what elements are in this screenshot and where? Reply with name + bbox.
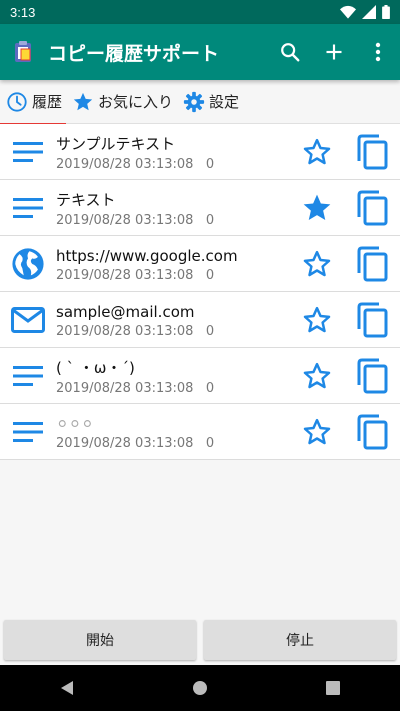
- recents-button[interactable]: [310, 665, 356, 711]
- search-button[interactable]: [268, 30, 312, 74]
- star-outline-icon: [303, 418, 331, 445]
- screen: 3:13 コピー履歴サポート 履歴 お気に入り 設定 サンプルテキスト 2019…: [0, 0, 400, 711]
- back-triangle-icon: [60, 681, 73, 695]
- tab-history-label: 履歴: [32, 93, 63, 111]
- history-item-text: テキスト: [56, 191, 116, 209]
- app-title: コピー履歴サポート: [48, 42, 220, 65]
- history-item[interactable]: テキスト 2019/08/28 03:13:08 0: [0, 180, 400, 236]
- back-button[interactable]: [44, 665, 90, 711]
- copy-button[interactable]: [352, 132, 392, 172]
- tab-favorites-label: お気に入り: [98, 93, 174, 111]
- copy-button[interactable]: [352, 244, 392, 284]
- copy-icon: [357, 190, 388, 226]
- history-item-meta: 2019/08/28 03:13:08 0: [56, 157, 400, 172]
- copy-icon: [357, 302, 388, 338]
- history-item-meta: 2019/08/28 03:13:08 0: [56, 381, 400, 396]
- more-vert-icon: [375, 42, 381, 62]
- history-item-text: sample@mail.com: [56, 302, 195, 321]
- history-item-meta: 2019/08/28 03:13:08 0: [56, 436, 400, 451]
- status-icons: [340, 5, 390, 19]
- history-item-date: 2019/08/28 03:13:08: [56, 157, 194, 172]
- history-item-text: ( ˋ ・ω・ˊ): [56, 359, 135, 377]
- history-item-count: 0: [205, 267, 215, 283]
- favorite-toggle[interactable]: [297, 188, 337, 228]
- history-item-date: 2019/08/28 03:13:08: [56, 213, 194, 228]
- star-icon: [73, 92, 93, 110]
- add-icon: [326, 44, 342, 60]
- favorite-toggle[interactable]: [297, 132, 337, 172]
- favorite-toggle[interactable]: [297, 412, 337, 452]
- start-button[interactable]: 開始: [4, 620, 196, 660]
- home-circle-icon: [192, 681, 207, 695]
- recents-square-icon: [326, 681, 341, 695]
- history-item-count: 0: [205, 381, 215, 396]
- star-outline-icon: [303, 306, 331, 333]
- history-item-count: 0: [205, 435, 215, 451]
- text-lines-icon: [13, 365, 43, 386]
- history-item-meta: 2019/08/28 03:13:08 0: [56, 324, 400, 339]
- copy-icon: [357, 134, 388, 170]
- mail-icon: [11, 306, 45, 333]
- favorite-toggle[interactable]: [297, 244, 337, 284]
- history-item-count: 0: [205, 323, 215, 339]
- app-actions: [268, 30, 400, 74]
- tab-history[interactable]: 履歴: [0, 80, 67, 125]
- history-item-date: 2019/08/28 03:13:08: [56, 381, 194, 396]
- history-item-meta: 2019/08/28 03:13:08 0: [56, 213, 400, 228]
- copy-icon: [357, 246, 388, 282]
- history-item-date: 2019/08/28 03:13:08: [56, 267, 194, 283]
- add-button[interactable]: [312, 30, 356, 74]
- clipboard-app-icon: [15, 41, 31, 62]
- globe-icon: [12, 247, 44, 280]
- history-item-meta: 2019/08/28 03:13:08 0: [56, 268, 400, 283]
- tab-settings-label: 設定: [209, 93, 240, 111]
- copy-button[interactable]: [352, 300, 392, 340]
- star-outline-icon: [303, 138, 331, 165]
- copy-icon: [357, 358, 388, 394]
- history-item-count: 0: [205, 157, 215, 172]
- history-item-text: ⚪⚪⚪: [56, 414, 94, 433]
- history-item[interactable]: サンプルテキスト 2019/08/28 03:13:08 0: [0, 124, 400, 180]
- history-item[interactable]: https://www.google.com 2019/08/28 03:13:…: [0, 236, 400, 292]
- more-options-button[interactable]: [356, 30, 400, 74]
- tab-bar: 履歴 お気に入り 設定: [0, 80, 400, 125]
- text-lines-icon: [13, 141, 43, 162]
- history-item-date: 2019/08/28 03:13:08: [56, 323, 194, 339]
- bottom-buttons: 開始 停止: [0, 620, 400, 664]
- home-button[interactable]: [177, 665, 223, 711]
- history-item-count: 0: [205, 213, 215, 228]
- star-filled-icon: [303, 194, 331, 220]
- copy-icon: [357, 414, 388, 450]
- favorite-toggle[interactable]: [297, 356, 337, 396]
- copy-button[interactable]: [352, 412, 392, 452]
- copy-button[interactable]: [352, 188, 392, 228]
- stop-button[interactable]: 停止: [204, 620, 396, 660]
- history-item[interactable]: ( ˋ ・ω・ˊ) 2019/08/28 03:13:08 0: [0, 348, 400, 404]
- tab-favorites[interactable]: お気に入り: [66, 80, 177, 124]
- star-outline-icon: [303, 362, 331, 389]
- copy-button[interactable]: [352, 356, 392, 396]
- gear-icon: [183, 91, 205, 112]
- star-outline-icon: [303, 250, 331, 277]
- search-icon: [281, 43, 300, 62]
- status-time: 3:13: [10, 4, 36, 20]
- history-item[interactable]: ⚪⚪⚪ 2019/08/28 03:13:08 0: [0, 404, 400, 460]
- status-bar: 3:13: [0, 0, 400, 24]
- system-nav-bar: [0, 665, 400, 711]
- history-item[interactable]: sample@mail.com 2019/08/28 03:13:08 0: [0, 292, 400, 348]
- battery-icon: [382, 5, 390, 19]
- history-list: サンプルテキスト 2019/08/28 03:13:08 0 テキスト 2019…: [0, 124, 400, 460]
- history-item-text: https://www.google.com: [56, 246, 238, 265]
- history-icon: [7, 91, 27, 112]
- text-lines-icon: [13, 421, 43, 442]
- app-bar: コピー履歴サポート: [0, 24, 400, 80]
- history-item-date: 2019/08/28 03:13:08: [56, 435, 194, 451]
- history-item-text: サンプルテキスト: [56, 135, 176, 153]
- tab-settings[interactable]: 設定: [177, 80, 243, 124]
- wifi-icon: [340, 5, 356, 19]
- signal-icon: [362, 5, 376, 19]
- text-lines-icon: [13, 197, 43, 218]
- favorite-toggle[interactable]: [297, 300, 337, 340]
